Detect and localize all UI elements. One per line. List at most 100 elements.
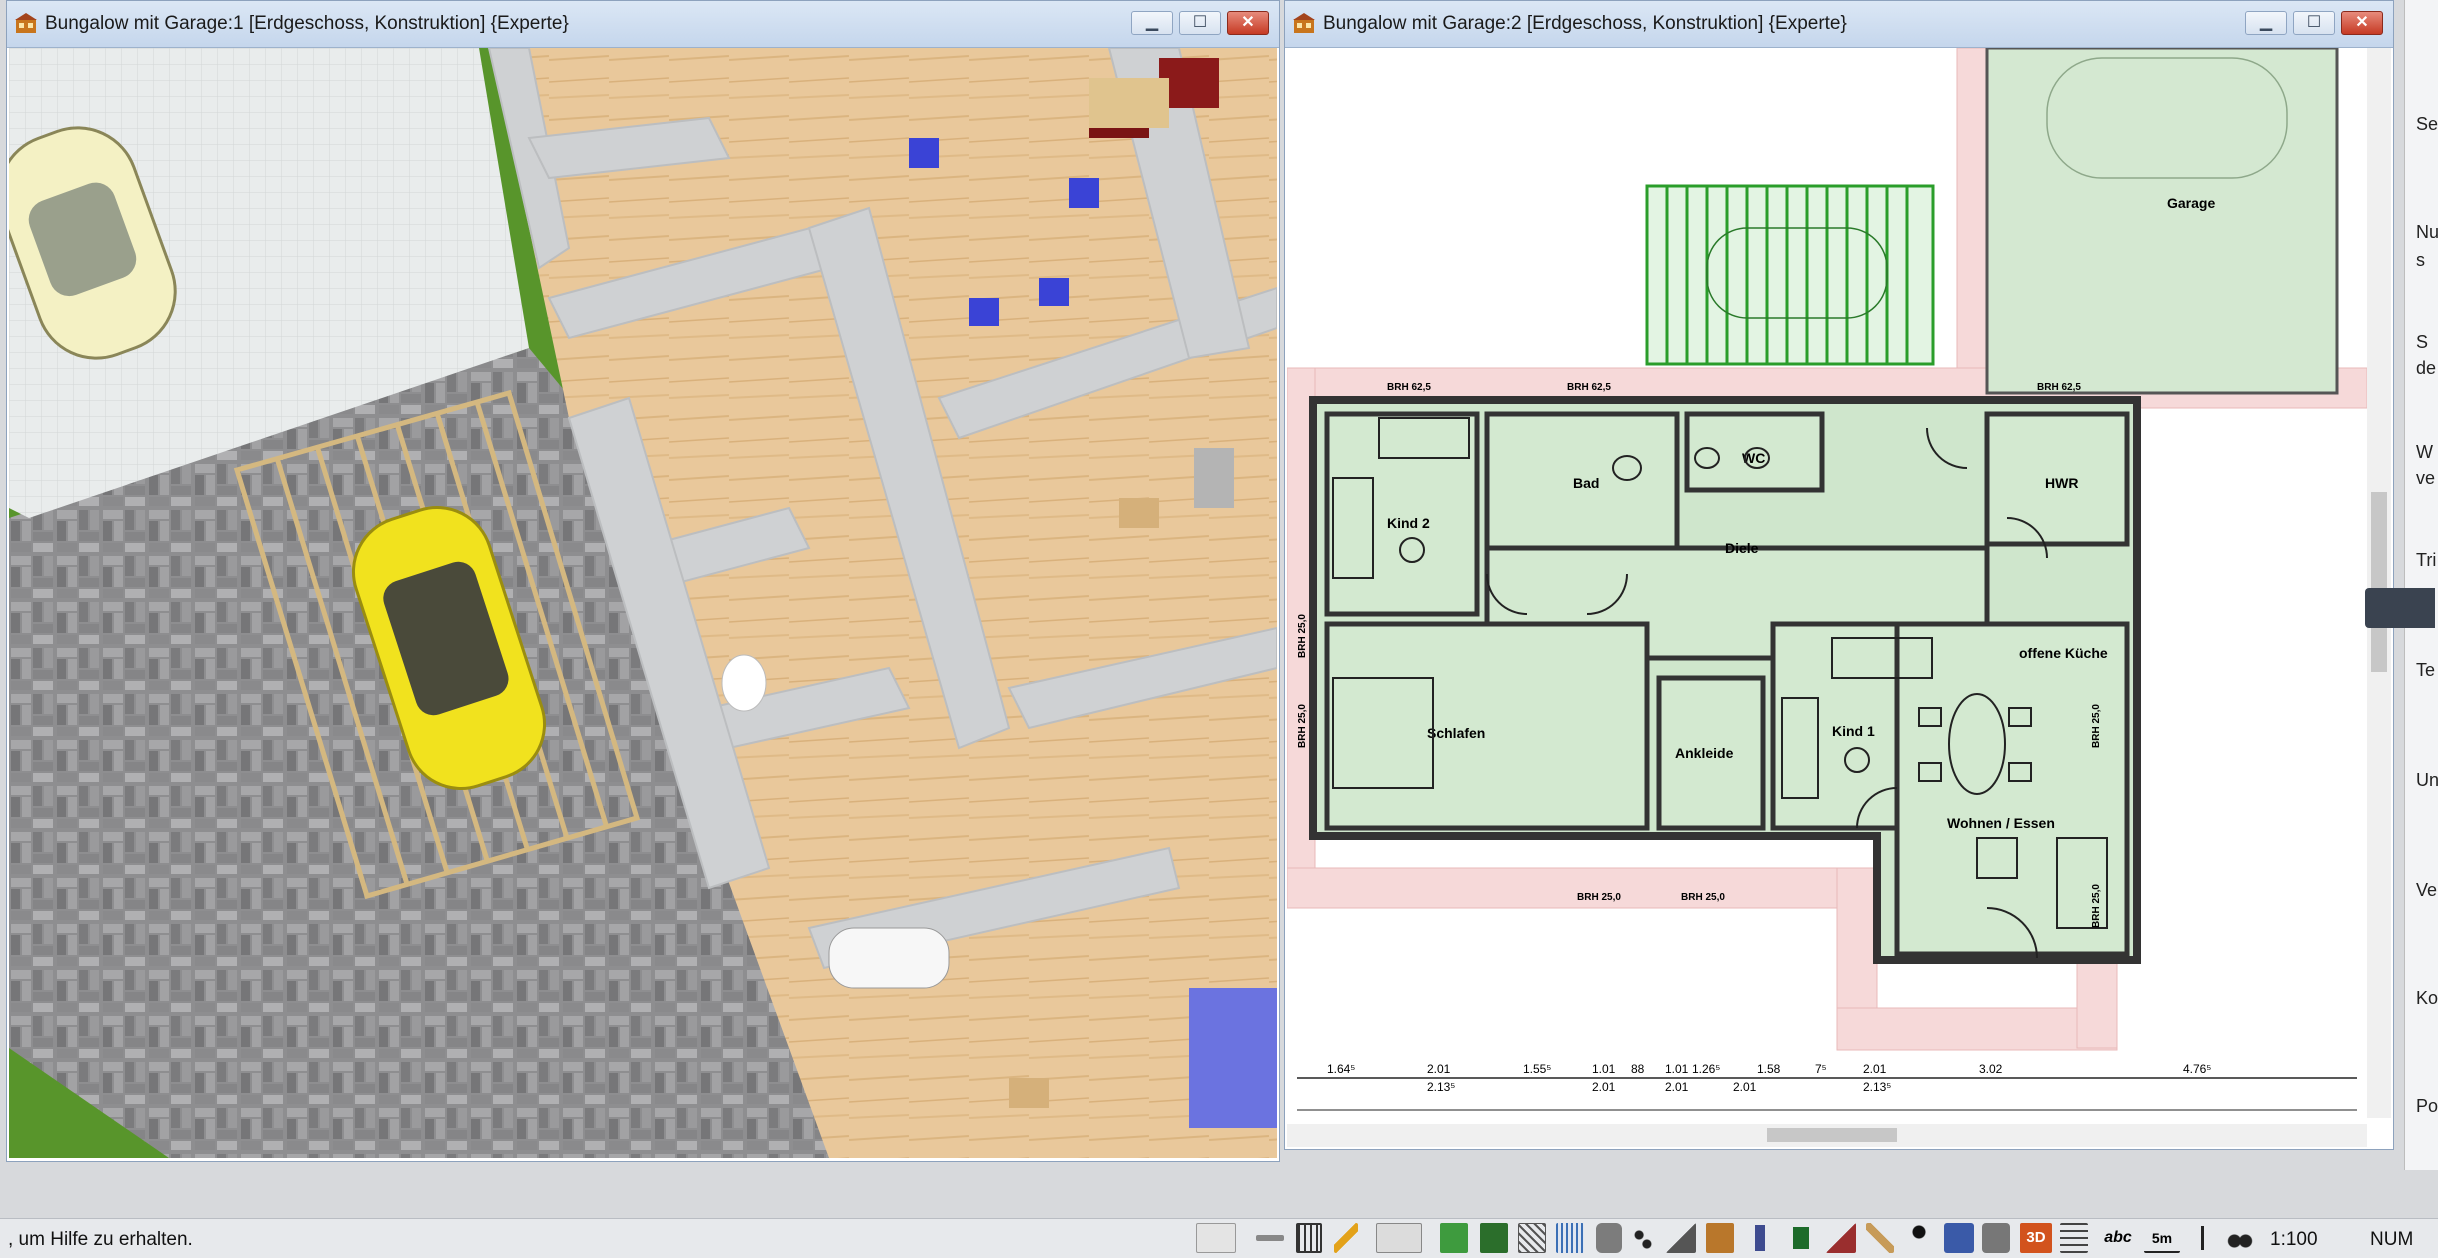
panel-fragment: ve [2416,468,2436,488]
object-icon[interactable] [1596,1223,1622,1253]
dimension-label: 1.26⁵ [1692,1062,1720,1076]
brh-label: BRH 62,5 [2037,382,2081,393]
hatch-icon[interactable] [1518,1223,1546,1253]
line-style-icon[interactable] [1256,1235,1284,1241]
panel-fragment: de [2416,358,2437,378]
panel-fragment: S [2416,332,2429,352]
3d-button[interactable]: 3D [2020,1223,2052,1253]
room-label-kueche: offene Küche [2019,645,2108,661]
dimension-label: 1.55⁵ [1523,1062,1551,1076]
dimension-label: 2.01 [1592,1080,1616,1094]
dimension-label: 2.13⁵ [1863,1080,1891,1094]
camera-icon[interactable] [1982,1223,2010,1253]
app-icon [15,13,37,33]
dimension-label: 4.76⁵ [2183,1062,2211,1076]
brh-label: BRH 25,0 [1297,614,1308,658]
toilet [721,654,767,712]
roof-icon[interactable] [1826,1223,1856,1253]
pencil-icon[interactable] [1334,1223,1358,1253]
dimension-label: 7⁵ [1815,1062,1827,1076]
furniture-icon[interactable] [1706,1223,1734,1253]
layer-icon[interactable] [1196,1223,1236,1253]
dimension-label: 2.01 [1665,1080,1689,1094]
chair [909,138,939,168]
brh-label: BRH 25,0 [2091,704,2102,748]
dimension-label: 2.01 [1863,1062,1887,1076]
panel-fragment: Te [2416,660,2436,680]
chair-icon[interactable] [1746,1223,1774,1253]
room-label-garage: Garage [2167,195,2215,211]
app-icon [1293,13,1315,33]
room-label-wohnen: Wohnen / Essen [1947,815,2055,831]
pen-width-icon[interactable] [1376,1223,1422,1253]
room-label-ankleide: Ankleide [1675,745,1734,761]
num-lock-indicator: NUM [2370,1229,2414,1250]
room-label-schlafen: Schlafen [1427,725,1485,741]
3d-viewport[interactable] [9,48,1277,1159]
dimension-label: 1.58 [1757,1062,1781,1076]
brh-label: BRH 25,0 [1577,892,1621,903]
bathtub [828,927,950,989]
vertical-scroll-thumb[interactable] [2371,492,2387,672]
pattern-icon[interactable] [1556,1223,1584,1253]
dimension-label: 1.64⁵ [1327,1062,1355,1076]
panel-fragment: Ve [2416,880,2438,900]
stairs-icon[interactable] [1666,1223,1696,1253]
window2-maximize-button[interactable]: ☐ [2293,11,2335,35]
chair [969,298,999,326]
dimension-label: 88 [1631,1062,1645,1076]
panel-fragment: Tri [2416,550,2437,570]
window1-title: Bungalow mit Garage:1 [Erdgeschoss, Kons… [45,13,569,34]
grid-icon[interactable] [1296,1223,1322,1253]
binoculars-icon[interactable] [2226,1223,2254,1253]
brh-label: BRH 25,0 [1297,704,1308,748]
window1-titlebar[interactable]: Bungalow mit Garage:1 [Erdgeschoss, Kons… [7,1,1279,48]
room-label-kind2: Kind 2 [1387,515,1430,531]
floor-plan: Garage Kind 2 Bad WC HWR Diele Schlafen … [1287,48,2391,1147]
3d-scene [9,48,1277,1158]
stool [1009,1078,1049,1108]
radiator [1194,448,1234,508]
brh-label: BRH 25,0 [1681,892,1725,903]
panel-fragment: W [2416,442,2433,462]
chair [1039,278,1069,306]
garage-area [1985,48,2339,395]
monitor-icon[interactable] [1944,1223,1974,1253]
room-label-hwr: HWR [2045,475,2078,491]
side-panel-grip[interactable] [2365,588,2435,628]
dimension-label: 1.01 [1665,1062,1689,1076]
chair [1069,178,1099,208]
person-icon[interactable] [1906,1223,1932,1253]
scale-value[interactable]: 1:100 [2270,1229,2318,1251]
panel-fragment: Un [2416,770,2438,790]
brh-label: BRH 62,5 [1567,382,1611,393]
window2-close-button[interactable]: ✕ [2341,11,2383,35]
window1-maximize-button[interactable]: ☐ [1179,11,1221,35]
stool [1119,498,1159,528]
room-label-bad: Bad [1573,475,1599,491]
footsteps-icon[interactable] [1630,1223,1656,1253]
dimension-label: 3.02 [1979,1062,2003,1076]
window2-titlebar[interactable]: Bungalow mit Garage:2 [Erdgeschoss, Kons… [1285,1,2393,48]
plan-viewport[interactable]: Garage Kind 2 Bad WC HWR Diele Schlafen … [1287,48,2391,1147]
measure-button[interactable]: 5m [2144,1223,2180,1253]
grid-ruler-icon[interactable] [2060,1223,2088,1253]
room-label-kind1: Kind 1 [1832,723,1875,739]
window2-minimize-button[interactable]: ▁ [2245,11,2287,35]
text-tool-button[interactable]: abc [2100,1223,2136,1253]
status-help-text: , um Hilfe zu erhalten. [8,1229,193,1250]
carport-plan [1645,184,1935,366]
window-floor-plan[interactable]: Bungalow mit Garage:2 [Erdgeschoss, Kons… [1284,0,2394,1150]
surface-dark-green-icon[interactable] [1480,1223,1508,1253]
window2-title: Bungalow mit Garage:2 [Erdgeschoss, Kons… [1323,13,1847,34]
window1-close-button[interactable]: ✕ [1227,11,1269,35]
dimension-label: 2.01 [1427,1062,1451,1076]
tree-icon[interactable] [1788,1223,1814,1253]
surface-green-icon[interactable] [1440,1223,1468,1253]
north-arrow-icon[interactable] [2190,1223,2214,1253]
window1-minimize-button[interactable]: ▁ [1131,11,1173,35]
horizontal-scroll-thumb[interactable] [1767,1128,1897,1142]
window-3d-view[interactable]: Bungalow mit Garage:1 [Erdgeschoss, Kons… [6,0,1280,1162]
panel-fragment: Ko [2416,988,2438,1008]
tool-icon[interactable] [1866,1223,1894,1253]
